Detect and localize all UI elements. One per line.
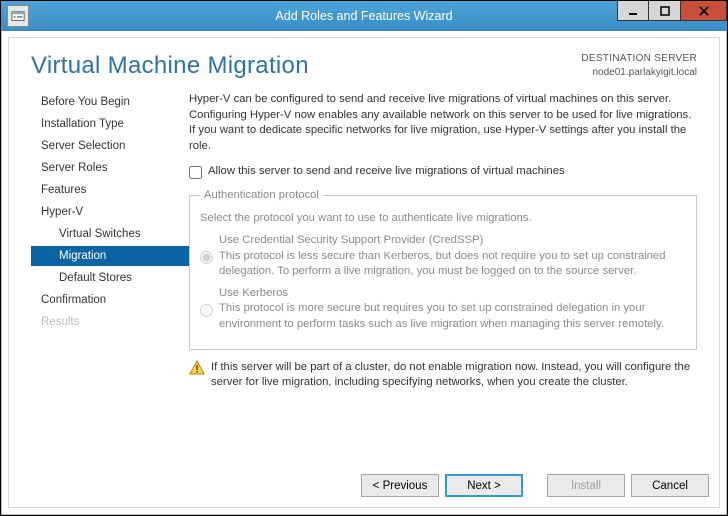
header-row: Virtual Machine Migration DESTINATION SE… [9,38,719,90]
nav-item-server-roles[interactable]: Server Roles [31,158,189,178]
allow-migration-row[interactable]: Allow this server to send and receive li… [189,164,697,180]
auth-option-label: Use Credential Security Support Provider… [219,233,686,249]
auth-hint: Select the protocol you want to use to a… [200,211,686,227]
nav-item-installation-type[interactable]: Installation Type [31,114,189,134]
content-area: Virtual Machine Migration DESTINATION SE… [1,31,727,515]
nav-item-virtual-switches[interactable]: Virtual Switches [31,224,189,244]
nav-item-results: Results [31,312,189,332]
warning-row: If this server will be part of a cluster… [189,360,697,391]
nav-item-features[interactable]: Features [31,180,189,200]
page-title: Virtual Machine Migration [31,52,309,80]
nav-item-default-stores[interactable]: Default Stores [31,268,189,288]
install-button[interactable]: Install [547,474,625,497]
close-button[interactable] [681,1,727,21]
app-icon [7,5,29,27]
destination-server-box: DESTINATION SERVER node01.parlakyigit.lo… [581,52,697,79]
cancel-button[interactable]: Cancel [631,474,709,497]
auth-option-0: Use Credential Security Support Provider… [200,233,686,280]
allow-migration-checkbox[interactable] [189,166,202,179]
wizard-nav: Before You BeginInstallation TypeServer … [31,92,189,391]
nav-item-before-you-begin[interactable]: Before You Begin [31,92,189,112]
title-bar: Add Roles and Features Wizard [1,1,727,31]
destination-label: DESTINATION SERVER [581,52,697,66]
auth-option-desc: This protocol is more secure but require… [219,301,686,332]
auth-protocol-fieldset: Authentication protocol Select the proto… [189,188,697,350]
footer-buttons: < Previous Next > Install Cancel [19,474,709,497]
destination-value: node01.parlakyigit.local [581,66,697,80]
auth-legend: Authentication protocol [200,188,323,204]
nav-item-hyper-v[interactable]: Hyper-V [31,202,189,222]
auth-option-label: Use Kerberos [219,286,686,302]
inner-panel: Virtual Machine Migration DESTINATION SE… [8,37,720,508]
previous-button[interactable]: < Previous [361,474,439,497]
allow-migration-label: Allow this server to send and receive li… [208,164,565,180]
intro-text: Hyper-V can be configured to send and re… [189,92,697,154]
next-button[interactable]: Next > [445,474,523,497]
main-panel: Hyper-V can be configured to send and re… [189,92,697,391]
wizard-window: Add Roles and Features Wizard Virtual Ma… [0,0,728,516]
warning-icon [189,360,205,376]
body-row: Before You BeginInstallation TypeServer … [9,90,719,391]
auth-option-desc: This protocol is less secure than Kerber… [219,249,686,280]
warning-text: If this server will be part of a cluster… [211,360,697,391]
nav-item-migration[interactable]: Migration [31,246,189,266]
auth-radio-0[interactable] [200,235,213,280]
nav-item-confirmation[interactable]: Confirmation [31,290,189,310]
auth-option-1: Use KerberosThis protocol is more secure… [200,286,686,333]
auth-radio-1[interactable] [200,288,213,333]
window-controls [617,1,727,31]
maximize-button[interactable] [649,1,681,21]
nav-item-server-selection[interactable]: Server Selection [31,136,189,156]
minimize-button[interactable] [617,1,649,21]
